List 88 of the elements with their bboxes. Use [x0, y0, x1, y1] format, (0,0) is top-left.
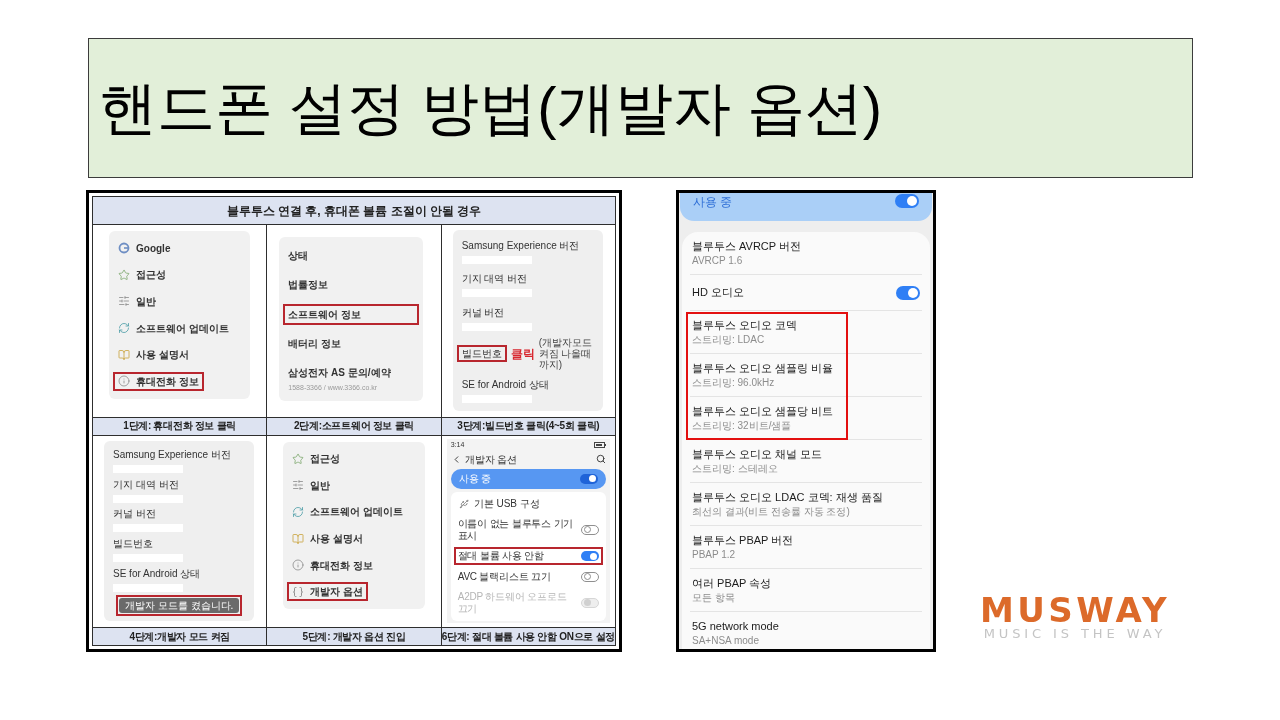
menu-item-label: 기지 대역 버전	[113, 477, 179, 491]
setting-title: 5G network mode	[692, 619, 780, 634]
menu-item-label: SE for Android 상태	[461, 378, 549, 392]
setting-label: 기본 USB 구성	[473, 497, 540, 510]
menu-item-label: 휴대전화 정보	[310, 558, 374, 572]
menu-item-label: SE for Android 상태	[113, 566, 201, 580]
setting-value: SA+NSA mode	[692, 634, 760, 647]
book-icon	[118, 348, 130, 361]
setting-value: PBAP 1.2	[692, 548, 737, 561]
setting-value: AVRCP 1.6	[692, 254, 744, 267]
setting-value: 모든 항목	[692, 591, 736, 604]
setting-value: 최선의 결과(비트 전송률 자동 조정)	[692, 505, 851, 518]
sliders-icon	[118, 295, 130, 308]
setting-label: 절대 볼륨 사용 안함	[457, 550, 545, 563]
ring-icon	[118, 242, 130, 255]
toast-message: 개발자 모드를 켰습니다.	[119, 597, 240, 613]
toggle-switch[interactable]	[896, 285, 920, 300]
switch-label: 사용 중	[693, 194, 733, 210]
step-caption: 4단계:개발자 모드 켜짐	[93, 628, 267, 645]
brand-wordmark: MUSWAY	[980, 594, 1170, 626]
note-detail: (개발자모드 켜짐 나올때까지)	[538, 337, 593, 371]
setting-label: AVC 블랙리스트 끄기	[457, 570, 552, 583]
menu-item-label: 배터리 정보	[288, 337, 342, 351]
setting-value: 스트리밍: LDAC	[692, 333, 766, 346]
toggle-switch[interactable]	[581, 571, 599, 582]
info-icon	[118, 375, 130, 388]
setting-title: 블루투스 오디오 샘플당 비트	[692, 404, 835, 419]
menu-item-label: 접근성	[136, 268, 166, 282]
toggle-switch[interactable]	[895, 194, 919, 208]
braces-icon	[292, 585, 305, 598]
step-caption: 5단계: 개발자 옵션 진입	[267, 628, 441, 645]
menu-item-label: 휴대전화 정보	[136, 374, 199, 388]
screen-title: 개발자 옵션	[464, 452, 518, 466]
table-heading: 블루투스 연결 후, 휴대폰 볼륨 조절이 안될 경우	[93, 197, 615, 224]
star-icon	[292, 452, 305, 465]
setting-label: A2DP 하드웨어 오프로드 끄기	[457, 590, 568, 615]
menu-item-label: 커널 버전	[113, 507, 156, 521]
click-note: 클릭	[510, 346, 535, 361]
menu-item-label: 사용 설명서	[310, 532, 364, 545]
menu-item-label: 소프트웨어 업데이트	[310, 505, 404, 519]
switch-label: 사용 중	[458, 472, 492, 485]
info-icon	[292, 559, 305, 572]
setting-title: 블루투스 오디오 LDAC 코덱: 재생 품질	[692, 490, 884, 505]
search-icon[interactable]	[596, 454, 606, 464]
setting-value: 스트리밍: 스테레오	[692, 462, 779, 475]
menu-item-label: 개발자 옵션	[310, 585, 364, 599]
setting-title: HD 오디오	[692, 285, 744, 300]
setting-title: 블루투스 AVRCP 버전	[692, 239, 802, 254]
setting-title: 블루투스 PBAP 버전	[692, 533, 795, 548]
menu-item-label: 접근성	[310, 452, 341, 466]
menu-item-label: 빌드번호	[113, 537, 153, 551]
setting-title: 블루투스 오디오 코덱	[692, 318, 799, 333]
menu-item-label: Google	[136, 241, 171, 255]
setting-value: 스트리밍: 32비트/샘플	[692, 419, 793, 432]
menu-item-label: 삼성전자 AS 문의/예약	[288, 366, 391, 380]
refresh-icon	[292, 505, 305, 518]
slide-title: 핸드폰 설정 방법(개발자 옵션)	[99, 74, 882, 142]
star-icon	[118, 268, 130, 281]
step-caption: 6단계: 절대 볼륨 사용 안함 ON으로 설정	[441, 628, 615, 645]
menu-item-label: 법률정보	[288, 278, 329, 292]
setting-title: 블루투스 오디오 채널 모드	[692, 447, 824, 462]
setting-title: 여러 PBAP 속성	[692, 576, 773, 591]
setting-title: 블루투스 오디오 샘플링 비율	[692, 361, 835, 376]
step-caption: 1단계: 휴대전화 정보 클릭	[93, 417, 267, 435]
menu-item-label: 기지 대역 버전	[461, 272, 528, 286]
menu-item-label: 사용 설명서	[136, 348, 189, 362]
menu-item-label: 커널 버전	[461, 305, 505, 319]
menu-item-label: 일반	[310, 478, 331, 492]
menu-item-label: Samsung Experience 버전	[461, 239, 580, 253]
menu-item-label: Samsung Experience 버전	[113, 447, 231, 461]
menu-item-label: 상태	[288, 249, 309, 263]
toggle-switch[interactable]	[581, 524, 599, 535]
refresh-icon	[118, 322, 130, 334]
battery-icon	[594, 441, 606, 448]
menu-item-label: 빌드번호	[461, 347, 502, 361]
menu-item-label: 일반	[136, 294, 156, 308]
setting-label: 이름이 없는 블루투스 기기 표시	[457, 517, 575, 542]
menu-item-label: 소프트웨어 정보	[288, 307, 362, 321]
toggle-switch[interactable]	[580, 473, 598, 484]
toggle-switch[interactable]	[581, 551, 599, 562]
step-caption: 3단계:빌드번호 클릭(4~5회 클릭)	[441, 417, 615, 435]
usb-icon	[458, 498, 469, 509]
step-caption: 2단계:소프트웨어 정보 클릭	[267, 417, 441, 435]
sliders-icon	[292, 479, 305, 492]
brand-tagline: MUSIC IS THE WAY	[983, 626, 1167, 642]
setting-value: 스트리밍: 96.0kHz	[692, 376, 776, 389]
menu-item-label: 소프트웨어 업데이트	[136, 321, 229, 335]
book-icon	[292, 532, 305, 545]
